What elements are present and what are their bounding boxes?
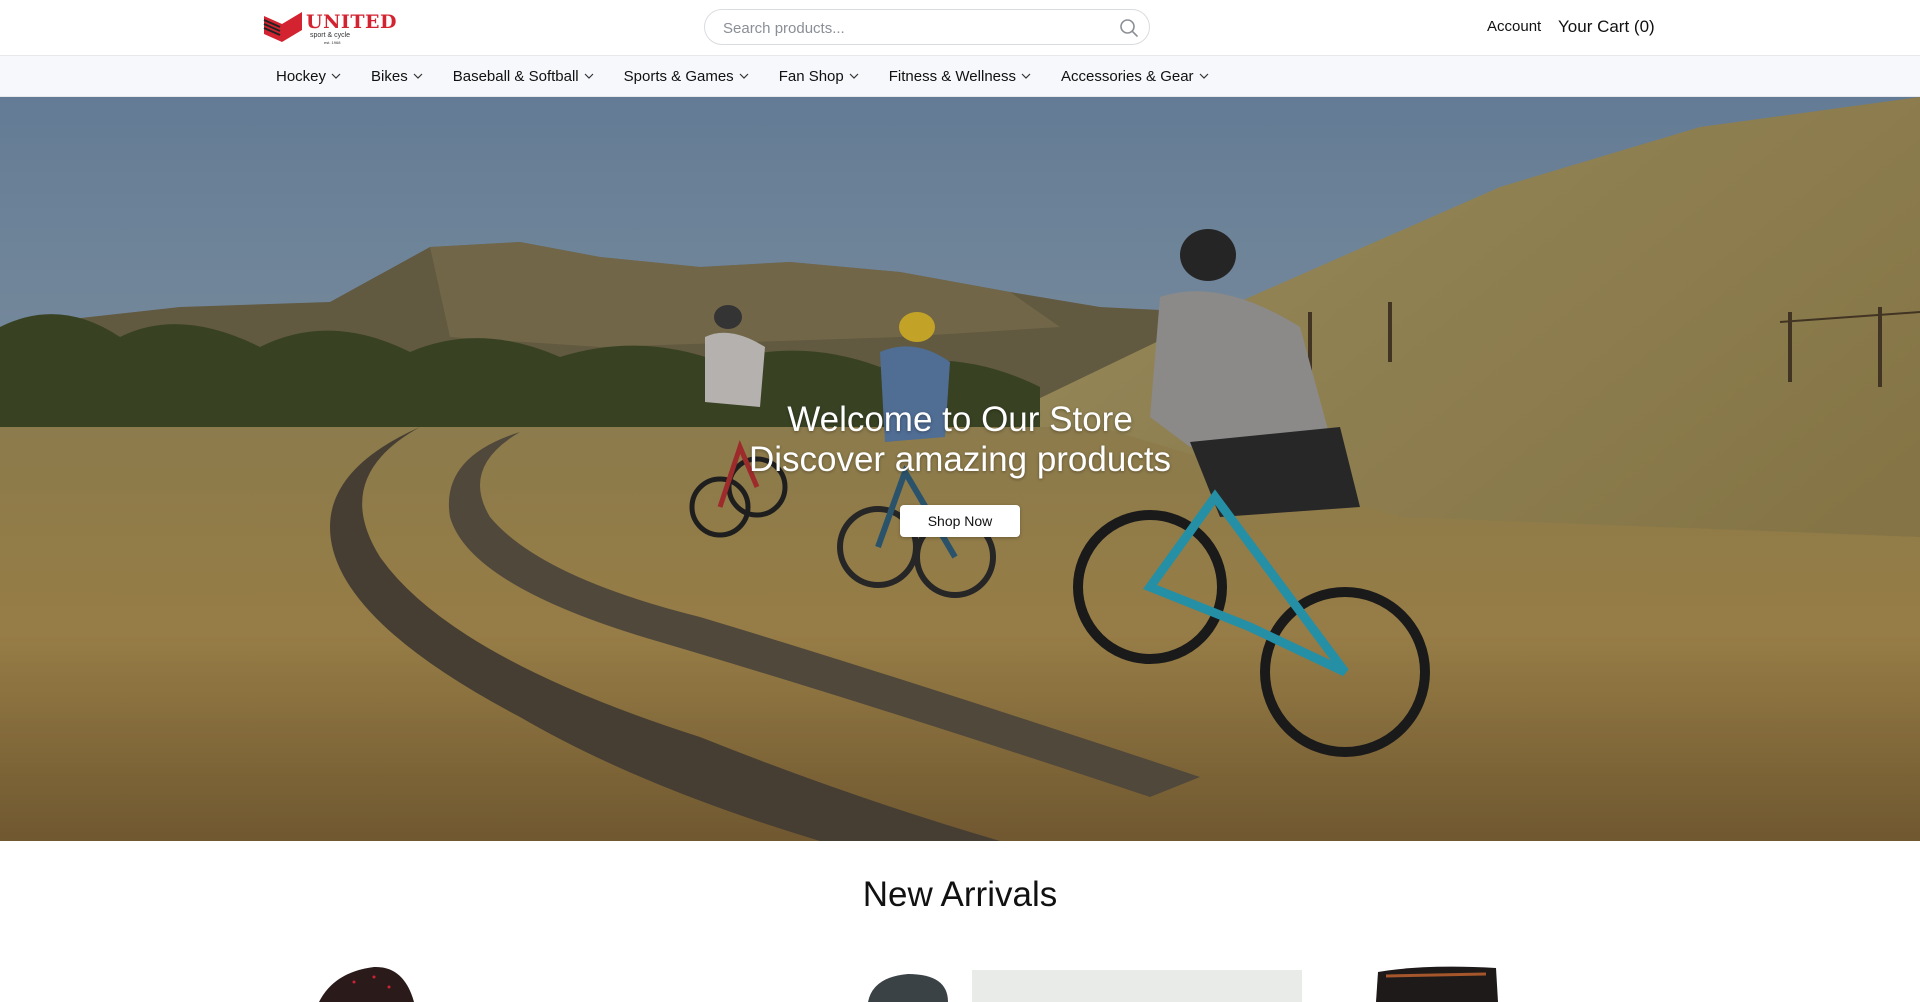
nav-item-fitness-wellness[interactable]: Fitness & Wellness [889,68,1031,85]
hero-title: Welcome to Our Store [787,400,1133,439]
search-bar [704,9,1150,46]
new-arrivals-heading: New Arrivals [862,875,1058,914]
chevron-down-icon [413,73,423,79]
product-card[interactable] [264,962,594,1002]
nav-item-sports-games[interactable]: Sports & Games [624,68,749,85]
product-card[interactable] [972,962,1302,1002]
nav-item-accessories-gear[interactable]: Accessories & Gear [1061,68,1209,85]
product-card[interactable] [618,962,948,1002]
nav-item-fan-shop[interactable]: Fan Shop [779,68,859,85]
nav-item-label: Baseball & Softball [452,67,579,85]
product-image [1376,966,1498,1002]
chevron-down-icon [1021,73,1031,79]
nav-item-label: Bikes [371,67,408,85]
product-image [868,974,948,1002]
shop-now-button[interactable]: Shop Now [900,505,1020,537]
hero-subtitle: Discover amazing products [748,440,1172,479]
nav-item-label: Accessories & Gear [1061,67,1194,85]
cart-link[interactable]: Your Cart (0) [1558,17,1655,37]
logo-established: est. 1968 [324,40,341,45]
product-card[interactable] [1326,962,1656,1002]
nav-item-label: Fan Shop [778,67,844,85]
nav-item-label: Sports & Games [623,67,734,85]
search-icon[interactable] [1119,18,1139,38]
chevron-down-icon [331,73,341,79]
chevron-down-icon [739,73,749,79]
logo-icon [263,12,302,42]
hero-banner: Welcome to Our Store Discover amazing pr… [0,97,1920,841]
product-image [972,970,1302,1002]
chevron-down-icon [584,73,594,79]
product-image [319,966,414,1002]
site-header: UNITED sport & cycle est. 1968 Account Y… [0,0,1920,56]
nav-item-bikes[interactable]: Bikes [371,68,423,85]
logo-wordmark: UNITED [306,11,397,33]
nav-item-label: Fitness & Wellness [888,67,1016,85]
chevron-down-icon [1199,73,1208,79]
logo-tagline: sport & cycle [310,32,351,39]
search-input[interactable] [721,10,1105,46]
category-nav: Hockey Bikes Baseball & Softball Sports … [0,56,1920,97]
account-link[interactable]: Account [1487,18,1541,35]
store-logo[interactable]: UNITED sport & cycle est. 1968 [262,10,396,45]
nav-item-label: Hockey [276,67,327,85]
nav-item-hockey[interactable]: Hockey [276,68,341,85]
nav-item-baseball-softball[interactable]: Baseball & Softball [453,68,594,85]
chevron-down-icon [849,73,859,79]
